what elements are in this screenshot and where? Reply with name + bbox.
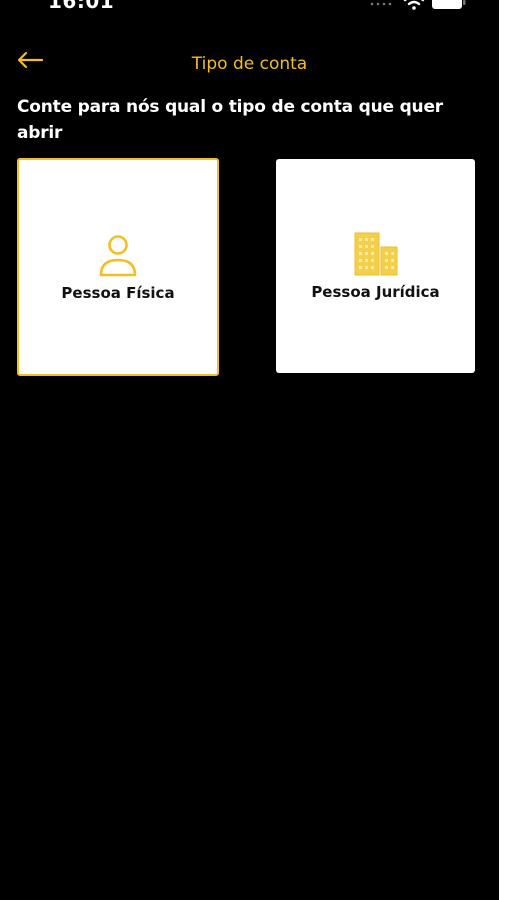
page-title: Tipo de conta xyxy=(191,54,308,74)
status-icons xyxy=(369,0,469,14)
option-pessoa-juridica[interactable]: Pessoa Jurídica xyxy=(276,159,475,373)
status-time: 16:01 xyxy=(48,0,115,13)
status-bar: 16:01 xyxy=(0,0,499,20)
battery-icon xyxy=(432,0,466,9)
option-pessoa-fisica[interactable]: Pessoa Física xyxy=(17,158,219,376)
account-type-prompt: Conte para nós qual o tipo de conta que … xyxy=(17,97,443,143)
signal-icon xyxy=(370,2,392,6)
option-label: Pessoa Física xyxy=(61,284,175,302)
option-label: Pessoa Jurídica xyxy=(311,283,440,301)
wifi-icon xyxy=(403,0,425,10)
building-icon xyxy=(354,232,397,276)
person-icon xyxy=(99,235,137,277)
app-screen: 16:01 Tipo de conta Conte para nós qual … xyxy=(0,0,499,900)
